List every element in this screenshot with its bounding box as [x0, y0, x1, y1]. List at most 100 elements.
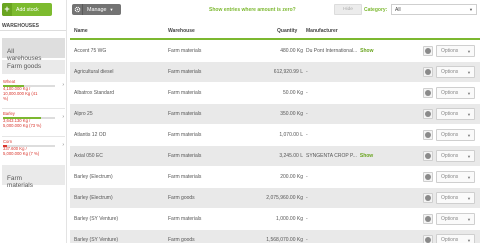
column-header-manufacturer[interactable]: Manufacturer [306, 28, 338, 34]
item-quantity: 1,070.00 L [279, 132, 303, 138]
column-header-warehouse[interactable]: Warehouse [168, 28, 195, 34]
stock-values: 337.600 Kg / 5,000.000 Kg (7 %) [3, 146, 40, 157]
options-label: Options [441, 90, 459, 96]
stock-level-fill [3, 117, 41, 119]
options-dropdown[interactable]: Options ▼ [436, 171, 475, 183]
item-name[interactable]: Alpro 25 [74, 104, 164, 124]
stock-wheat[interactable]: Wheat 4,100.000 Kg / 10,000.000 Kg (41 %… [3, 79, 65, 102]
delete-button[interactable] [423, 193, 433, 203]
item-manufacturer: - [306, 167, 416, 187]
table-row[interactable]: Barley (Electrum) Farm goods 2,075,960.00 … [70, 188, 480, 209]
delete-button[interactable] [423, 67, 433, 77]
options-dropdown[interactable]: Options ▼ [436, 150, 475, 162]
table-row[interactable]: Barley (SY Venture) Farm goods 1,568,070.0… [70, 230, 480, 243]
item-quantity: 612,920.99 L [273, 69, 303, 75]
item-warehouse: Farm goods [168, 237, 195, 243]
sidebar-item-label: Farm materials [7, 174, 33, 190]
item-quantity: 1,000.00 Kg [276, 216, 303, 222]
table-row[interactable]: Alpro 25 Farm materials 350.00 Kg - Options ▼ [70, 104, 480, 125]
options-dropdown[interactable]: Options ▼ [436, 66, 475, 78]
category-value: All [395, 6, 401, 13]
manufacturer-text: - [306, 174, 308, 180]
circle-icon [425, 90, 431, 96]
sidebar-item-farm-materials[interactable]: Farm materials [2, 165, 65, 189]
column-header-quantity[interactable]: Quantity [277, 28, 297, 34]
item-manufacturer: Du Pont International... Show [306, 41, 416, 61]
table-header: Name Warehouse Quantity Manufacturer [70, 26, 480, 38]
item-quantity: 350.00 Kg [280, 111, 303, 117]
options-dropdown[interactable]: Options ▼ [436, 234, 475, 243]
circle-icon [425, 237, 431, 243]
options-dropdown[interactable]: Options ▼ [436, 87, 475, 99]
show-manufacturer-link[interactable]: Show [360, 153, 373, 159]
manage-button[interactable]: Manage ▼ [72, 4, 121, 15]
item-manufacturer: SYNGENTA CROP P... Show [306, 146, 416, 166]
add-stock-button[interactable]: + Add stock [2, 3, 52, 16]
item-warehouse: Farm materials [168, 90, 202, 96]
chevron-right-icon: › [62, 114, 64, 120]
options-dropdown[interactable]: Options ▼ [436, 192, 475, 204]
sidebar-item-all-warehouses[interactable]: All warehouses [2, 38, 65, 62]
options-dropdown[interactable]: Options ▼ [436, 45, 475, 57]
gear-icon [72, 4, 83, 15]
item-name[interactable]: Axial 050 EC [74, 146, 164, 166]
item-quantity: 200.00 Kg [280, 174, 303, 180]
circle-icon [425, 174, 431, 180]
caret-down-icon: ▼ [467, 112, 471, 117]
caret-down-icon: ▼ [467, 175, 471, 180]
column-header-name[interactable]: Name [74, 28, 88, 34]
item-name[interactable]: Atlantis 12 OD [74, 125, 164, 145]
item-name[interactable]: Agricultural diesel [74, 62, 164, 82]
item-quantity: 2,075,960.00 Kg [266, 195, 303, 201]
item-manufacturer: - [306, 62, 416, 82]
table-row[interactable]: Albatrox Standard Farm materials 50.00 Kg -… [70, 83, 480, 104]
options-label: Options [441, 69, 459, 75]
caret-down-icon: ▼ [467, 196, 471, 201]
caret-down-icon: ▼ [467, 154, 471, 159]
stock-corn[interactable]: Corn 337.600 Kg / 5,000.000 Kg (7 %) › [3, 139, 65, 157]
item-name[interactable]: Accent 75 WG [74, 41, 164, 61]
item-name[interactable]: Barley (SY Venture) [74, 230, 164, 243]
table-row[interactable]: Barley (Electrum) Farm materials 200.00 Kg… [70, 167, 480, 188]
plus-icon: + [2, 3, 12, 16]
circle-icon [425, 216, 431, 222]
delete-button[interactable] [423, 88, 433, 98]
circle-icon [425, 195, 431, 201]
delete-button[interactable] [423, 151, 433, 161]
item-manufacturer: - [306, 188, 416, 208]
stock-values: 4,100.000 Kg / 10,000.000 Kg (41 %) [3, 86, 38, 101]
delete-button[interactable] [423, 109, 433, 119]
sidebar-item-label: Farm goods [7, 63, 42, 71]
stock-level-bar [3, 145, 55, 147]
delete-button[interactable] [423, 172, 433, 182]
divider [0, 30, 66, 31]
item-warehouse: Farm materials [168, 216, 202, 222]
stock-barley[interactable]: Barley 3,643.130 Kg / 5,000.000 Kg (73 %… [3, 111, 65, 129]
options-dropdown[interactable]: Options ▼ [436, 213, 475, 225]
table-row[interactable]: Atlantis 12 OD Farm materials 1,070.00 L- O… [70, 125, 480, 146]
sidebar-item-farm-goods[interactable]: Farm goods [2, 60, 65, 74]
options-dropdown[interactable]: Options ▼ [436, 108, 475, 120]
divider [2, 136, 65, 137]
item-name[interactable]: Albatrox Standard [74, 83, 164, 103]
item-manufacturer: - [306, 209, 416, 229]
table-row[interactable]: Axial 050 EC Farm materials 3,245.00 L SYNG… [70, 146, 480, 167]
item-name[interactable]: Barley (Electrum) [74, 188, 164, 208]
delete-button[interactable] [423, 130, 433, 140]
item-name[interactable]: Barley (SY Venture) [74, 209, 164, 229]
item-name[interactable]: Barley (Electrum) [74, 167, 164, 187]
delete-button[interactable] [423, 214, 433, 224]
delete-button[interactable] [423, 235, 433, 243]
category-select[interactable]: All ▼ [391, 4, 477, 15]
table-row[interactable]: Accent 75 WG Farm materials 480.00 Kg Du Po… [70, 41, 480, 62]
item-warehouse: Farm materials [168, 132, 202, 138]
sidebar: + Add stock WAREHOUSES All warehouses Fa… [0, 0, 67, 243]
options-dropdown[interactable]: Options ▼ [436, 129, 475, 141]
hide-zero-toggle[interactable]: Hide [334, 4, 362, 15]
table-row[interactable]: Barley (SY Venture) Farm materials 1,000.0… [70, 209, 480, 230]
manufacturer-text: - [306, 132, 308, 138]
delete-button[interactable] [423, 46, 433, 56]
show-manufacturer-link[interactable]: Show [360, 48, 373, 54]
table-row[interactable]: Agricultural diesel Farm materials 612,920… [70, 62, 480, 83]
item-quantity: 50.00 Kg [282, 90, 303, 96]
